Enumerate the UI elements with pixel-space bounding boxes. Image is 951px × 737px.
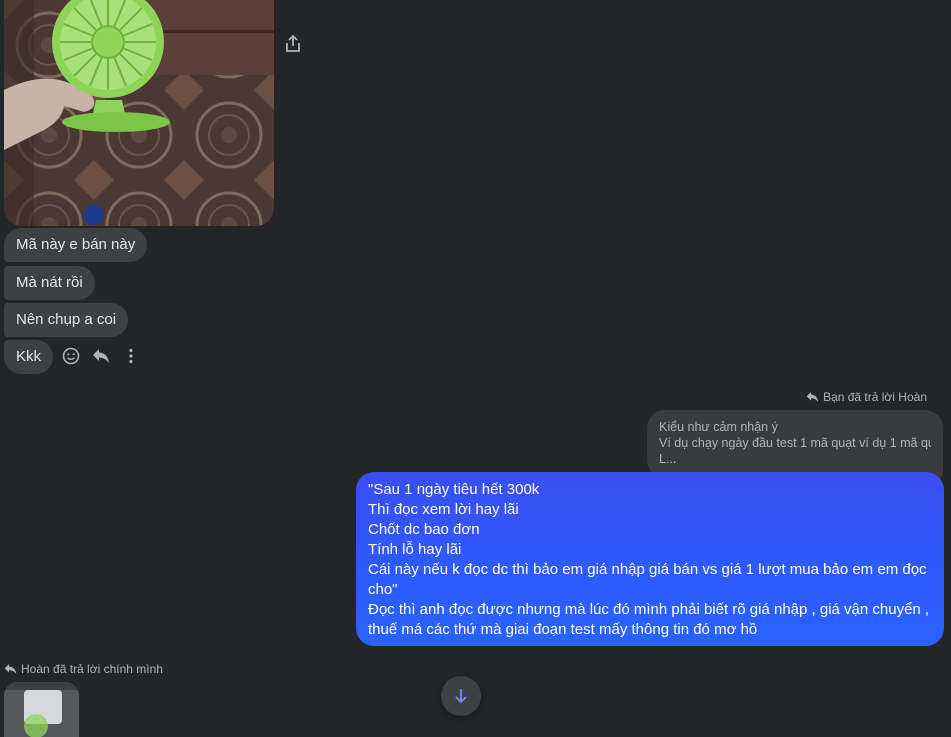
reply-meta-incoming: Hoàn đã trả lời chính mình [4, 662, 163, 676]
reply-icon [93, 349, 109, 363]
arrow-down-icon [455, 689, 467, 704]
react-button[interactable] [61, 345, 81, 367]
reply-meta-label: Bạn đã trả lời Hoàn [823, 390, 927, 404]
more-options-button[interactable] [121, 345, 141, 367]
reply-icon [4, 663, 17, 675]
incoming-message[interactable]: Mã này e bán này [4, 228, 148, 262]
quoted-message[interactable]: Kiểu như cảm nhận ý Ví dụ chạy ngày đầu … [647, 410, 943, 478]
fan-photo-image [4, 0, 274, 226]
quoted-image-thumbnail[interactable] [4, 682, 79, 737]
message-line: Cái này nếu k đọc dc thì bảo em giá nhập… [368, 561, 927, 578]
quoted-line: L... [659, 452, 677, 466]
quoted-line: Ví dụ chạy ngày đầu test 1 mã quạt ví dụ… [659, 436, 931, 450]
scroll-to-bottom-button[interactable] [441, 676, 481, 716]
incoming-message[interactable]: Mà nát rồi [4, 266, 95, 300]
message-line: Tính lỗ hay lãi [368, 541, 462, 558]
message-line: "Sau 1 ngày tiêu hết 300k [368, 481, 540, 498]
reply-meta-outgoing: Bạn đã trả lời Hoàn [806, 390, 927, 404]
chat-thread: Mã này e bán này Mà nát rồi Nên chụp a c… [0, 0, 951, 737]
quoted-line: Kiểu như cảm nhận ý [659, 420, 778, 434]
incoming-message[interactable]: Nên chụp a coi [4, 303, 129, 337]
message-line: Thì đọc xem lời hay lãi [368, 501, 519, 518]
message-line: cho" [368, 581, 398, 598]
message-line: Chốt dc bao đơn [368, 521, 480, 538]
thumbnail-image [4, 682, 79, 737]
fan-photo[interactable] [4, 0, 274, 226]
share-button[interactable] [282, 32, 304, 56]
incoming-message[interactable]: Kkk [4, 340, 54, 374]
share-icon [286, 35, 300, 52]
message-line: thuế má các thứ mà giai đoạn test mấy th… [368, 621, 758, 638]
more-vertical-icon [129, 348, 133, 364]
smiley-icon [62, 347, 80, 365]
reply-meta-label: Hoàn đã trả lời chính mình [21, 662, 163, 676]
message-actions [61, 345, 141, 367]
outgoing-message[interactable]: "Sau 1 ngày tiêu hết 300k Thì đọc xem lờ… [356, 472, 944, 646]
reply-icon [806, 391, 819, 403]
reply-button[interactable] [91, 345, 111, 367]
message-line: Đọc thì anh đọc được nhưng mà lúc đó mìn… [368, 601, 930, 618]
